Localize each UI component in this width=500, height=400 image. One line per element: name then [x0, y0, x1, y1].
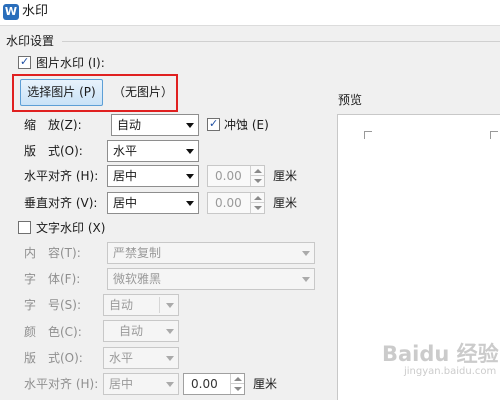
- window-title: 水印: [22, 4, 49, 19]
- washout-label: 冲蚀 (E): [224, 118, 269, 132]
- chevron-down-icon: [302, 277, 310, 282]
- picture-watermark-checkbox[interactable]: [18, 55, 31, 69]
- content-label: 内 容(T):: [24, 246, 81, 260]
- v-offset-value: 0.00: [215, 196, 242, 210]
- chevron-down-icon: [186, 201, 194, 206]
- content-value: 严禁复制: [113, 246, 162, 260]
- content-dropdown[interactable]: 严禁复制: [107, 242, 315, 264]
- layout-value: 水平: [113, 144, 138, 158]
- chevron-down-icon: [186, 149, 194, 154]
- color-dropdown[interactable]: 自动: [103, 320, 179, 342]
- washout-checkbox[interactable]: [207, 117, 220, 131]
- size-label: 字 号(S):: [24, 298, 82, 312]
- chevron-down-icon: [186, 123, 194, 128]
- font-value: 微软雅黑: [113, 272, 162, 286]
- text-h-align-value: 居中: [109, 377, 134, 391]
- margin-corner-mark: [490, 131, 498, 139]
- chevron-down-icon: [186, 174, 194, 179]
- h-align-dropdown[interactable]: 居中: [107, 165, 199, 187]
- chevron-down-icon: [166, 303, 174, 308]
- v-align-dropdown[interactable]: 居中: [107, 192, 199, 214]
- v-offset-unit: 厘米: [273, 196, 298, 210]
- spin-up-icon[interactable]: [250, 166, 264, 176]
- spin-down-icon[interactable]: [250, 203, 264, 213]
- v-align-label: 垂直对齐 (V):: [24, 196, 98, 210]
- no-image-label: （无图片）: [112, 85, 173, 99]
- text-layout-dropdown[interactable]: 水平: [103, 347, 179, 369]
- scale-label: 缩 放(Z):: [24, 118, 82, 132]
- watermark-text: Baidu 经验: [382, 342, 499, 366]
- picture-watermark-label: 图片水印 (I):: [36, 56, 105, 70]
- text-h-offset-unit: 厘米: [253, 377, 278, 391]
- wps-app-icon: W: [3, 4, 19, 20]
- select-picture-button[interactable]: 选择图片 (P): [20, 79, 103, 106]
- scale-value: 自动: [117, 118, 142, 132]
- spin-down-icon[interactable]: [230, 384, 244, 394]
- h-offset-value: 0.00: [215, 169, 242, 183]
- layout-label: 版 式(O):: [24, 144, 83, 158]
- size-dropdown[interactable]: 自动: [103, 294, 179, 316]
- text-layout-value: 水平: [109, 351, 134, 365]
- chevron-down-icon: [166, 329, 174, 334]
- size-value: 自动: [109, 298, 134, 312]
- baidu-watermark: Baidu 经验 jingyan.baidu.com: [382, 342, 499, 398]
- spin-up-icon[interactable]: [250, 193, 264, 203]
- layout-dropdown[interactable]: 水平: [107, 140, 199, 162]
- h-align-value: 居中: [113, 169, 138, 183]
- v-offset-spinbox[interactable]: 0.00: [207, 192, 265, 214]
- text-h-offset-value: 0.00: [191, 377, 218, 391]
- font-label: 字 体(F):: [24, 272, 81, 286]
- group-label: 水印设置: [6, 34, 55, 48]
- chevron-down-icon: [302, 251, 310, 256]
- chevron-down-icon: [166, 356, 174, 361]
- text-h-align-label: 水平对齐 (H):: [24, 377, 99, 391]
- group-divider: [62, 41, 500, 42]
- v-align-value: 居中: [113, 196, 138, 210]
- text-watermark-label: 文字水印 (X): [36, 221, 106, 235]
- preview-label: 预览: [338, 93, 363, 107]
- color-label: 颜 色(C):: [24, 325, 82, 339]
- spin-up-icon[interactable]: [230, 374, 244, 384]
- dropdown-separator: [159, 297, 160, 313]
- h-align-label: 水平对齐 (H):: [24, 169, 99, 183]
- font-dropdown[interactable]: 微软雅黑: [107, 268, 315, 290]
- chevron-down-icon: [166, 382, 174, 387]
- color-value: 自动: [119, 324, 144, 338]
- h-offset-unit: 厘米: [273, 169, 298, 183]
- spin-down-icon[interactable]: [250, 176, 264, 186]
- h-offset-spinbox[interactable]: 0.00: [207, 165, 265, 187]
- text-watermark-checkbox[interactable]: [18, 221, 31, 234]
- margin-corner-mark: [364, 131, 372, 139]
- text-layout-label: 版 式(O):: [24, 351, 83, 365]
- text-h-align-dropdown[interactable]: 居中: [103, 373, 179, 395]
- watermark-subtext: jingyan.baidu.com: [404, 366, 497, 377]
- title-bar: [0, 0, 500, 26]
- scale-dropdown[interactable]: 自动: [111, 114, 199, 136]
- text-h-offset-spinbox[interactable]: 0.00: [183, 373, 245, 395]
